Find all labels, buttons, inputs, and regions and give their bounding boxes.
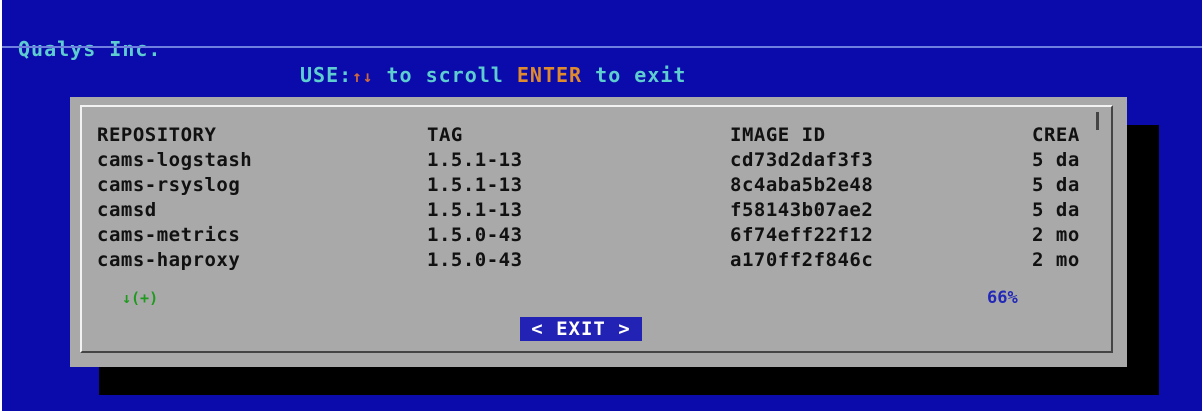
brand-title: Qualys Inc. [18, 37, 162, 61]
cell-image-id: a170ff2f846c [730, 249, 874, 271]
up-down-arrows-icon: ↑↓ [352, 67, 374, 86]
cell-repository: cams-logstash [97, 149, 253, 171]
table-row: camsd 1.5.1-13 f58143b07ae2 5 da [97, 198, 1093, 223]
cell-repository: cams-haproxy [97, 249, 241, 271]
more-below-indicator: ↓(+) [122, 289, 159, 307]
header-repository: REPOSITORY [97, 124, 217, 146]
cell-created: 2 mo [1032, 224, 1080, 246]
cell-image-id: 8c4aba5b2e48 [730, 174, 874, 196]
exit-button[interactable]: < EXIT > [520, 317, 642, 341]
cell-image-id: cd73d2daf3f3 [730, 149, 874, 171]
hint-middle: to scroll [373, 63, 517, 87]
table-header-row: REPOSITORY TAG IMAGE ID CREA [97, 123, 1093, 148]
cell-image-id: 6f74eff22f12 [730, 224, 874, 246]
title-bar: Qualys Inc. USE:↑↓ to scroll ENTER to ex… [12, 10, 1202, 87]
terminal-screen: Qualys Inc. USE:↑↓ to scroll ENTER to ex… [2, 0, 1202, 411]
scroll-percent: 66% [987, 288, 1018, 308]
cell-created: 2 mo [1032, 249, 1080, 271]
images-dialog: REPOSITORY TAG IMAGE ID CREA cams-logsta… [70, 97, 1127, 367]
header-created: CREA [1032, 124, 1080, 146]
hint-suffix: to exit [582, 63, 687, 87]
cell-repository: cams-metrics [97, 224, 241, 246]
cell-tag: 1.5.1-13 [427, 149, 523, 171]
table-row: cams-logstash 1.5.1-13 cd73d2daf3f3 5 da [97, 148, 1093, 173]
cell-image-id: f58143b07ae2 [730, 199, 874, 221]
table-row: cams-rsyslog 1.5.1-13 8c4aba5b2e48 5 da [97, 173, 1093, 198]
table-row: cams-haproxy 1.5.0-43 a170ff2f846c 2 mo [97, 248, 1093, 273]
keyboard-hint: USE:↑↓ to scroll ENTER to exit [300, 62, 686, 90]
enter-key-label: ENTER [516, 63, 583, 87]
header-tag: TAG [427, 124, 463, 146]
table-row: cams-metrics 1.5.0-43 6f74eff22f12 2 mo [97, 223, 1093, 248]
cell-created: 5 da [1032, 149, 1080, 171]
cell-created: 5 da [1032, 174, 1080, 196]
cell-tag: 1.5.0-43 [427, 224, 523, 246]
cell-tag: 1.5.1-13 [427, 199, 523, 221]
images-table[interactable]: REPOSITORY TAG IMAGE ID CREA cams-logsta… [97, 123, 1093, 283]
cell-tag: 1.5.0-43 [427, 249, 523, 271]
cell-created: 5 da [1032, 199, 1080, 221]
cell-repository: camsd [97, 199, 157, 221]
cell-tag: 1.5.1-13 [427, 174, 523, 196]
cell-repository: cams-rsyslog [97, 174, 241, 196]
scroll-edge-mark [1096, 112, 1099, 130]
header-image-id: IMAGE ID [730, 124, 826, 146]
hint-prefix: USE: [300, 63, 353, 87]
title-divider [2, 46, 1202, 48]
